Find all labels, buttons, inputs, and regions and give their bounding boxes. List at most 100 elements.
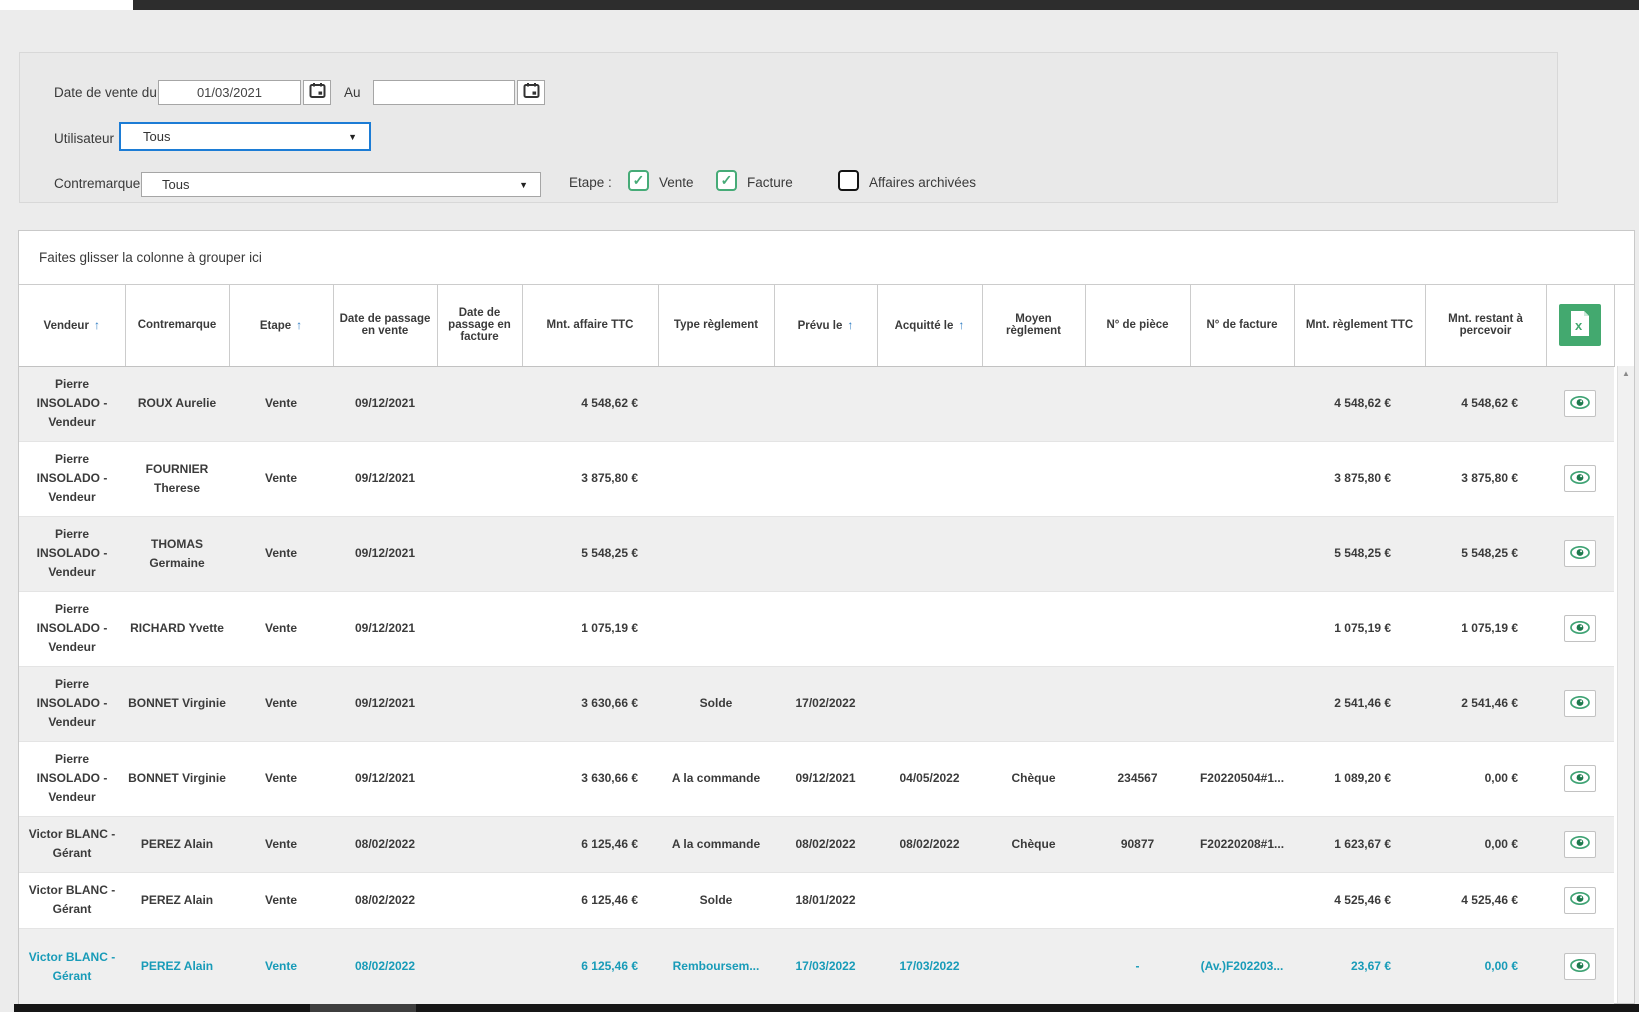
col-header-mnt_restant[interactable]: Mnt. restant à percevoir (1425, 285, 1546, 366)
col-header-label: N° de facture (1206, 319, 1277, 331)
table-row[interactable]: Pierre INSOLADO - VendeurROUX AurelieVen… (19, 366, 1614, 441)
horizontal-scrollbar[interactable] (14, 1004, 1639, 1012)
view-row-button[interactable] (1564, 465, 1596, 492)
cell-piece (1085, 666, 1190, 741)
eye-icon (1570, 836, 1590, 852)
check-icon: ✓ (633, 172, 645, 189)
col-header-label: Date de passage en vente (340, 313, 431, 337)
cell-date_facture (437, 741, 522, 816)
group-drop-zone[interactable]: Faites glisser la colonne à grouper ici (19, 231, 1634, 285)
cell-facture (1190, 366, 1294, 441)
user-select-value: Tous (121, 129, 170, 144)
table-row[interactable]: Victor BLANC - GérantPEREZ AlainVente08/… (19, 872, 1614, 928)
user-select[interactable]: Tous ▼ (119, 122, 371, 151)
cell-acquitte (877, 666, 982, 741)
cell-contremarque: PEREZ Alain (125, 872, 229, 928)
date-to-calendar-button[interactable] (517, 80, 545, 105)
col-header-vendeur[interactable]: Vendeur↑ (19, 285, 125, 366)
cell-piece (1085, 872, 1190, 928)
cell-mnt_restant: 0,00 € (1425, 928, 1546, 1005)
cell-actions (1546, 366, 1614, 441)
date-from-calendar-button[interactable] (303, 80, 331, 105)
col-header-export: x (1546, 285, 1614, 366)
view-row-button[interactable] (1564, 953, 1596, 980)
sort-asc-icon: ↑ (958, 318, 964, 332)
table-row[interactable]: Victor BLANC - GérantPEREZ AlainVente08/… (19, 816, 1614, 872)
table-row[interactable]: Victor BLANC - GérantPEREZ AlainVente08/… (19, 928, 1614, 1005)
horizontal-scrollbar-thumb[interactable] (310, 1004, 416, 1012)
results-table: Vendeur↑ContremarqueEtape↑Date de passag… (19, 285, 1615, 1006)
cell-vendeur: Victor BLANC - Gérant (19, 928, 125, 1005)
cell-mnt_affaire: 3 630,66 € (522, 666, 658, 741)
check-icon: ✓ (721, 172, 733, 189)
col-header-piece[interactable]: N° de pièce (1085, 285, 1190, 366)
date-from-label: Date de vente du (54, 85, 157, 100)
table-row[interactable]: Pierre INSOLADO - VendeurBONNET Virginie… (19, 741, 1614, 816)
col-header-acquitte[interactable]: Acquitté le↑ (877, 285, 982, 366)
col-header-moyen[interactable]: Moyen règlement (982, 285, 1085, 366)
view-row-button[interactable] (1564, 831, 1596, 858)
cell-mnt_reglement: 4 525,46 € (1294, 872, 1425, 928)
cell-contremarque: BONNET Virginie (125, 741, 229, 816)
col-header-date_facture[interactable]: Date de passage en facture (437, 285, 522, 366)
browser-tab[interactable] (0, 0, 133, 10)
table-row[interactable]: Pierre INSOLADO - VendeurFOURNIER Theres… (19, 441, 1614, 516)
view-row-button[interactable] (1564, 887, 1596, 914)
view-row-button[interactable] (1564, 690, 1596, 717)
cell-prevu (774, 591, 877, 666)
col-header-mnt_reglement[interactable]: Mnt. règlement TTC (1294, 285, 1425, 366)
scroll-up-icon[interactable]: ▲ (1618, 366, 1634, 382)
date-from-input[interactable] (158, 80, 301, 105)
eye-icon (1570, 959, 1590, 975)
cell-moyen: Chèque (982, 816, 1085, 872)
cell-vendeur: Pierre INSOLADO - Vendeur (19, 741, 125, 816)
cell-etape: Vente (229, 591, 333, 666)
col-header-contremarque[interactable]: Contremarque (125, 285, 229, 366)
col-header-label: Mnt. affaire TTC (547, 319, 634, 331)
vertical-scrollbar[interactable]: ▲ (1617, 366, 1634, 1003)
view-row-button[interactable] (1564, 615, 1596, 642)
col-header-etape[interactable]: Etape↑ (229, 285, 333, 366)
filter-panel: Date de vente du Au Utilisateur : Tous ▼ (19, 52, 1558, 203)
col-header-type_reglement[interactable]: Type règlement (658, 285, 774, 366)
table-row[interactable]: Pierre INSOLADO - VendeurTHOMAS Germaine… (19, 516, 1614, 591)
cell-vendeur: Pierre INSOLADO - Vendeur (19, 441, 125, 516)
checkbox-vente-label: Vente (659, 175, 694, 190)
col-header-label: Type règlement (674, 319, 758, 331)
cell-type_reglement (658, 516, 774, 591)
cell-date_vente: 08/02/2022 (333, 928, 437, 1005)
cell-type_reglement (658, 441, 774, 516)
cell-moyen (982, 872, 1085, 928)
cell-prevu (774, 516, 877, 591)
cell-acquitte (877, 366, 982, 441)
checkbox-affaires-archivees[interactable] (838, 170, 859, 191)
view-row-button[interactable] (1564, 765, 1596, 792)
table-row[interactable]: Pierre INSOLADO - VendeurBONNET Virginie… (19, 666, 1614, 741)
col-header-mnt_affaire[interactable]: Mnt. affaire TTC (522, 285, 658, 366)
cell-moyen (982, 366, 1085, 441)
cell-vendeur: Pierre INSOLADO - Vendeur (19, 366, 125, 441)
cell-mnt_affaire: 1 075,19 € (522, 591, 658, 666)
cell-etape: Vente (229, 741, 333, 816)
eye-icon (1570, 771, 1590, 787)
view-row-button[interactable] (1564, 540, 1596, 567)
cell-date_vente: 08/02/2022 (333, 816, 437, 872)
col-header-prevu[interactable]: Prévu le↑ (774, 285, 877, 366)
view-row-button[interactable] (1564, 390, 1596, 417)
table-row[interactable]: Pierre INSOLADO - VendeurRICHARD YvetteV… (19, 591, 1614, 666)
cell-acquitte: 08/02/2022 (877, 816, 982, 872)
checkbox-facture[interactable]: ✓ (716, 170, 737, 191)
col-header-facture[interactable]: N° de facture (1190, 285, 1294, 366)
export-excel-button[interactable]: x (1559, 304, 1601, 346)
eye-icon (1570, 892, 1590, 908)
cell-piece: 234567 (1085, 741, 1190, 816)
col-header-label: Etape (260, 320, 291, 332)
checkbox-vente[interactable]: ✓ (628, 170, 649, 191)
cell-mnt_affaire: 3 630,66 € (522, 741, 658, 816)
col-header-date_vente[interactable]: Date de passage en vente (333, 285, 437, 366)
contremarque-select[interactable]: Tous ▼ (141, 172, 541, 197)
cell-mnt_affaire: 4 548,62 € (522, 366, 658, 441)
date-to-input[interactable] (373, 80, 515, 105)
cell-prevu: 08/02/2022 (774, 816, 877, 872)
cell-mnt_reglement: 1 089,20 € (1294, 741, 1425, 816)
